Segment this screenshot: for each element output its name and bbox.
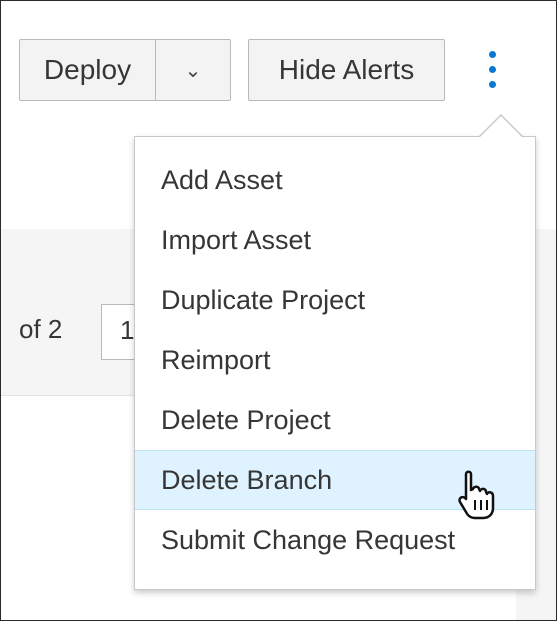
hide-alerts-button[interactable]: Hide Alerts [248, 39, 445, 101]
chevron-down-icon: ⌄ [184, 59, 202, 82]
app-window: Deploy ⌄ Hide Alerts of 2 1 Add Asset Im… [0, 0, 557, 621]
kebab-icon[interactable] [481, 51, 505, 91]
hand-pointer-icon [458, 470, 495, 520]
toolbar: Deploy ⌄ Hide Alerts [1, 1, 556, 121]
page-count-label: of 2 [19, 314, 63, 344]
menu-item-delete-project[interactable]: Delete Project [135, 390, 535, 450]
menu-item-duplicate-project[interactable]: Duplicate Project [135, 270, 535, 330]
menu-item-import-asset[interactable]: Import Asset [135, 210, 535, 270]
menu-item-reimport[interactable]: Reimport [135, 330, 535, 390]
menu-item-add-asset[interactable]: Add Asset [135, 150, 535, 210]
deploy-dropdown-toggle[interactable]: ⌄ [155, 39, 231, 101]
menu-arrow-fill [479, 116, 523, 138]
deploy-button[interactable]: Deploy [19, 39, 156, 101]
